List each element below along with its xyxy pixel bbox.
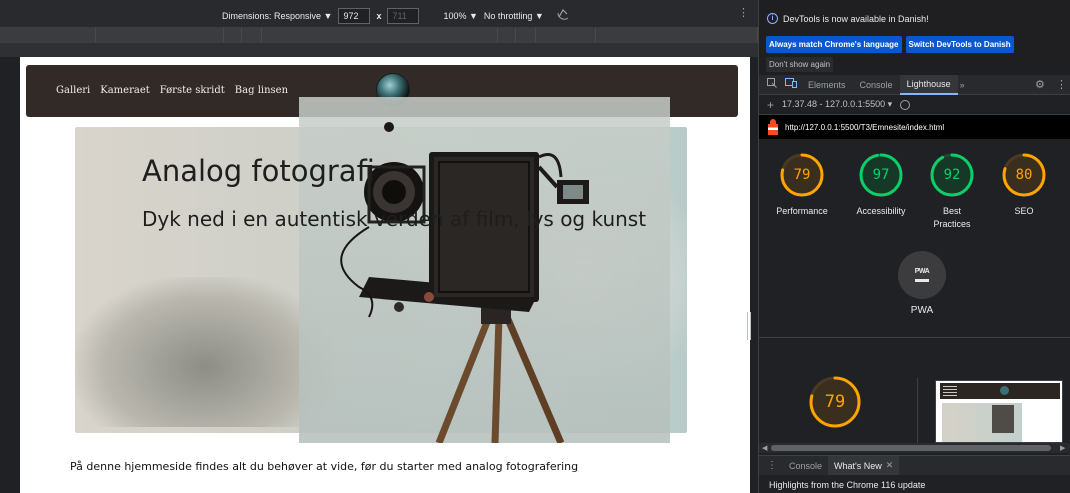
vintage-camera-illustration (340, 122, 589, 443)
pwa-badge[interactable]: PWA (898, 251, 946, 299)
infobar-buttons: Always match Chrome's language Switch De… (766, 36, 1014, 53)
page-viewport: Galleri Kameraet Første skridt Bag linse… (20, 57, 750, 493)
site-nav-links: Galleri Kameraet Første skridt Bag linse… (56, 85, 288, 96)
clear-reports-icon[interactable] (900, 99, 911, 110)
camera-overlay-panel (299, 97, 670, 443)
width-input[interactable]: 972 (338, 8, 371, 24)
gauge-value: 79 (824, 392, 846, 412)
drawer-tab-label: What's New (834, 460, 882, 471)
media-query-bar[interactable] (0, 27, 758, 43)
ruler (0, 43, 758, 57)
lighthouse-report: 79 Performance 97 Accessibility 92 Best … (759, 139, 1070, 344)
rotate-icon[interactable] (556, 8, 570, 24)
nav-link-kameraet[interactable]: Kameraet (100, 85, 150, 96)
gauge-value: 92 (943, 167, 961, 183)
resize-handle[interactable] (747, 312, 751, 340)
gauge-value: 80 (1015, 167, 1033, 183)
whats-new-headline: Highlights from the Chrome 116 update (769, 480, 926, 490)
settings-gear-icon[interactable]: ⚙ (1035, 78, 1045, 91)
device-toggle-icon[interactable] (785, 78, 797, 91)
language-infobar: i DevTools is now available in Danish! A… (759, 0, 1070, 75)
switch-to-danish-button[interactable]: Switch DevTools to Danish (905, 36, 1014, 53)
scroll-left-icon[interactable]: ◀ (762, 444, 767, 452)
gauge-performance[interactable]: 79 Performance (776, 152, 828, 218)
infobar-text: DevTools is now available in Danish! (783, 13, 929, 24)
page-screenshot-thumbnail[interactable] (935, 380, 1063, 443)
report-url-bar: http://127.0.0.1:5500/T3/Emnesite/index.… (759, 115, 1070, 139)
devtools-tabbar: Elements Console Lighthouse » ⚙ ⋮ (759, 74, 1070, 95)
devtools-panel: i DevTools is now available in Danish! A… (758, 0, 1070, 493)
infobar-message: i DevTools is now available in Danish! (767, 13, 929, 24)
pwa-dash-icon (915, 279, 929, 282)
nav-link-forste-skridt[interactable]: Første skridt (160, 85, 225, 96)
tab-elements[interactable]: Elements (801, 75, 853, 95)
gauge-seo[interactable]: 80 SEO (1001, 152, 1047, 218)
device-toolbar-menu-icon[interactable]: ⋮ (738, 6, 749, 19)
report-selector[interactable]: 17.37.48 - 127.0.0.1:5500 ▾ (782, 99, 892, 110)
more-tabs-icon[interactable]: » (960, 80, 965, 90)
hero-blur-left (75, 277, 335, 427)
gauge-label: Performance (776, 206, 828, 216)
gauge-performance-large[interactable]: 79 (807, 374, 861, 432)
nav-link-galleri[interactable]: Galleri (56, 85, 90, 96)
device-emulation-area: Dimensions: Responsive ▼ 972 x 711 100% … (0, 0, 758, 493)
performance-section: 79 (759, 338, 1070, 443)
drawer-tab-console[interactable]: Console (783, 456, 828, 475)
nav-link-bag-linsen[interactable]: Bag linsen (235, 85, 288, 96)
drawer-tabbar: ⋮ Console What's New ✕ (759, 455, 1070, 475)
drawer-menu-icon[interactable]: ⋮ (767, 460, 777, 471)
horizontal-scrollbar[interactable]: ◀ ▶ (759, 443, 1070, 453)
dont-show-again-button[interactable]: Don't show again (766, 57, 834, 72)
throttling-dropdown[interactable]: No throttling ▼ (484, 11, 544, 21)
dimensions-dropdown[interactable]: Dimensions: Responsive ▼ (222, 11, 332, 21)
intro-text: På denne hjemmeside findes alt du behøve… (70, 460, 579, 473)
info-icon: i (767, 13, 778, 24)
lighthouse-logo-icon (767, 119, 779, 135)
match-language-button[interactable]: Always match Chrome's language (766, 36, 902, 53)
hero-title: Analog fotografi (142, 154, 375, 188)
gauge-best-practices[interactable]: 92 Best Practices (929, 152, 975, 231)
drawer-tab-whats-new[interactable]: What's New ✕ (828, 456, 900, 475)
devtools-menu-icon[interactable]: ⋮ (1056, 78, 1067, 91)
new-report-icon[interactable]: + (767, 98, 774, 112)
device-toolbar: Dimensions: Responsive ▼ 972 x 711 100% … (0, 0, 758, 27)
gauge-label: SEO (1014, 206, 1034, 216)
gauge-accessibility[interactable]: 97 Accessibility (856, 152, 906, 218)
dimensions-controls: Dimensions: Responsive ▼ 972 x 711 100% … (222, 8, 570, 24)
inspect-element-icon[interactable] (767, 78, 777, 91)
gauge-value: 97 (872, 167, 890, 183)
screen: Dimensions: Responsive ▼ 972 x 711 100% … (0, 0, 1070, 493)
pwa-badge-text: PWA (914, 268, 930, 275)
tab-lighthouse[interactable]: Lighthouse (899, 74, 958, 95)
report-url[interactable]: http://127.0.0.1:5500/T3/Emnesite/index.… (785, 123, 944, 132)
hero-subtitle: Dyk ned i en autentisk verden af film, l… (142, 207, 647, 231)
height-input[interactable]: 711 (387, 8, 420, 24)
gauge-value: 79 (793, 167, 811, 183)
zoom-dropdown[interactable]: 100% ▼ (443, 11, 477, 21)
scroll-right-icon[interactable]: ▶ (1060, 444, 1065, 452)
close-icon[interactable]: ✕ (886, 460, 894, 471)
gauge-label: Accessibility (856, 206, 906, 216)
pwa-label: PWA (910, 305, 934, 316)
lighthouse-toolbar: + 17.37.48 - 127.0.0.1:5500 ▾ (759, 95, 1070, 115)
times-sign: x (376, 11, 382, 21)
tab-console[interactable]: Console (853, 75, 900, 95)
gauge-label: Best Practices (933, 206, 971, 229)
